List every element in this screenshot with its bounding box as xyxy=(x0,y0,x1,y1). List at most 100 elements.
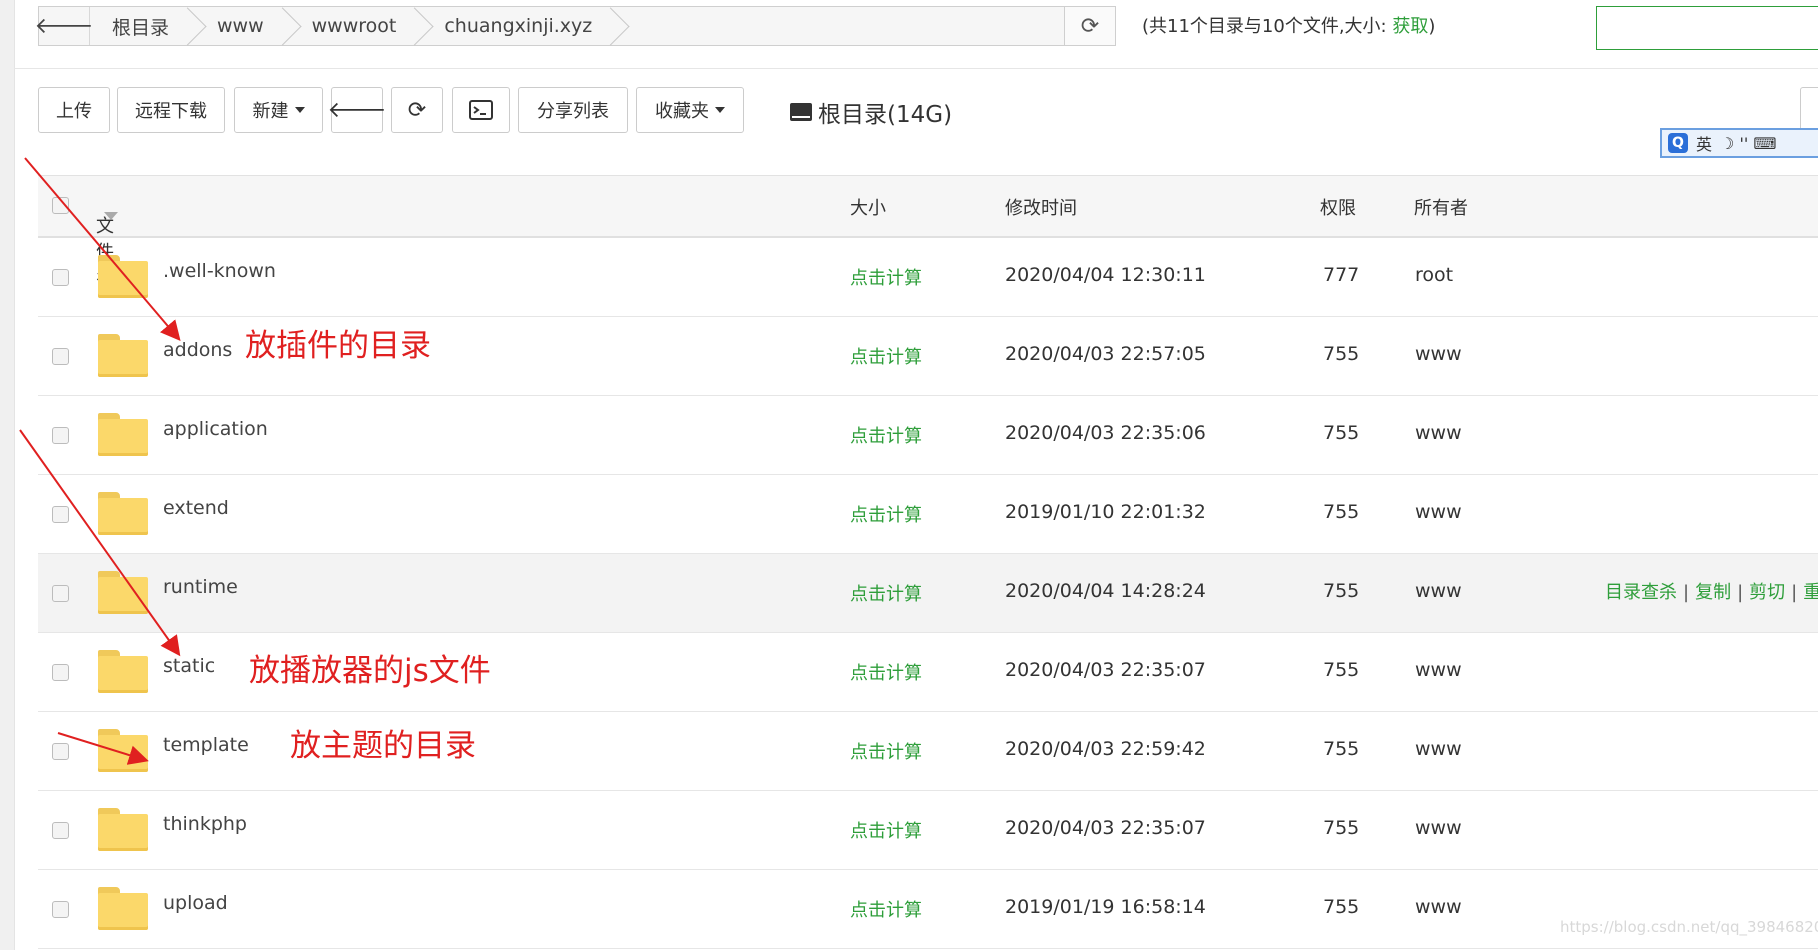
refresh-icon: ⟳ xyxy=(407,97,427,123)
breadcrumb-path-area[interactable] xyxy=(618,7,1064,45)
permission[interactable]: 777 xyxy=(1323,264,1359,286)
action-separator: | xyxy=(1791,582,1798,603)
search-input[interactable] xyxy=(1596,6,1818,50)
file-table: 文件名 大小 修改时间 权限 所有者 .well-known 点击计算 2020/0… xyxy=(38,175,1818,949)
table-row[interactable]: runtime 点击计算 2020/04/04 14:28:24 755 www 目录查杀… xyxy=(38,554,1818,633)
annotation-template: 放主题的目录 xyxy=(290,728,476,764)
refresh-button[interactable]: ⟳ xyxy=(391,87,443,133)
share-list-button[interactable]: 分享列表 xyxy=(518,87,628,133)
calc-size-link[interactable]: 点击计算 xyxy=(850,264,922,290)
permission[interactable]: 755 xyxy=(1323,896,1359,918)
ime-logo-icon: Q xyxy=(1668,133,1688,153)
file-name[interactable]: extend xyxy=(163,497,229,519)
owner[interactable]: root xyxy=(1415,264,1453,286)
calc-size-link[interactable]: 点击计算 xyxy=(850,343,922,369)
row-action-link[interactable]: 目录查杀 xyxy=(1605,582,1677,603)
permission[interactable]: 755 xyxy=(1323,422,1359,444)
calc-size-link[interactable]: 点击计算 xyxy=(850,422,922,448)
get-size-link[interactable]: 获取 xyxy=(1392,16,1428,37)
owner[interactable]: www xyxy=(1415,501,1462,523)
new-dropdown-button[interactable]: 新建 xyxy=(234,87,323,133)
back-button[interactable]: 🡐 xyxy=(328,87,387,133)
row-action-link[interactable]: 重 xyxy=(1803,582,1818,603)
owner[interactable]: www xyxy=(1415,817,1462,839)
owner[interactable]: www xyxy=(1415,738,1462,760)
folder-icon xyxy=(98,808,148,851)
file-name[interactable]: template xyxy=(163,734,249,756)
ime-mode[interactable]: 英 xyxy=(1696,131,1712,155)
permission[interactable]: 755 xyxy=(1323,659,1359,681)
disk-label: 根目录(14G) xyxy=(790,95,952,129)
ime-toolbar[interactable]: Q 英 ☽ '' ⌨ xyxy=(1660,128,1818,158)
table-row[interactable]: application 点击计算 2020/04/03 22:35:06 755 www xyxy=(38,396,1818,475)
refresh-icon[interactable]: ⟳ xyxy=(1064,7,1115,45)
directory-summary: (共11个目录与10个文件,大小: 获取) xyxy=(1142,12,1435,38)
breadcrumb-item-wwwroot[interactable]: wwwroot xyxy=(290,7,423,45)
permission[interactable]: 755 xyxy=(1323,738,1359,760)
folder-icon xyxy=(98,729,148,772)
breadcrumb-item-www[interactable]: www xyxy=(195,7,290,45)
file-name[interactable]: static xyxy=(163,655,215,677)
table-row[interactable]: extend 点击计算 2019/01/10 22:01:32 755 www xyxy=(38,475,1818,554)
calc-size-link[interactable]: 点击计算 xyxy=(850,817,922,843)
column-perm: 权限 xyxy=(1320,198,1356,219)
file-name[interactable]: thinkphp xyxy=(163,813,247,835)
ime-glyphs[interactable]: ☽ '' ⌨ xyxy=(1720,134,1776,153)
upload-button[interactable]: 上传 xyxy=(38,87,110,133)
file-name[interactable]: runtime xyxy=(163,576,238,598)
row-checkbox[interactable] xyxy=(52,269,69,286)
terminal-icon xyxy=(469,100,493,120)
permission[interactable]: 755 xyxy=(1323,501,1359,523)
column-mtime: 修改时间 xyxy=(1005,198,1077,219)
new-label: 新建 xyxy=(252,101,289,122)
permission[interactable]: 755 xyxy=(1323,343,1359,365)
file-name[interactable]: .well-known xyxy=(163,260,276,282)
favorites-dropdown-button[interactable]: 收藏夹 xyxy=(636,87,744,133)
calc-size-link[interactable]: 点击计算 xyxy=(850,896,922,922)
owner[interactable]: www xyxy=(1415,659,1462,681)
action-separator: | xyxy=(1737,582,1744,603)
favorites-label: 收藏夹 xyxy=(655,101,709,122)
remote-download-button[interactable]: 远程下载 xyxy=(117,87,225,133)
row-checkbox[interactable] xyxy=(52,427,69,444)
table-row[interactable]: thinkphp 点击计算 2020/04/03 22:35:07 755 www xyxy=(38,791,1818,870)
share-list-label: 分享列表 xyxy=(537,101,609,122)
owner[interactable]: www xyxy=(1415,422,1462,444)
column-size: 大小 xyxy=(850,198,886,219)
breadcrumb-item-site[interactable]: chuangxinji.xyz xyxy=(422,7,618,45)
disk-label-text: 根目录(14G) xyxy=(818,102,953,128)
table-row[interactable]: upload 点击计算 2019/01/19 16:58:14 755 www xyxy=(38,870,1818,949)
row-checkbox[interactable] xyxy=(52,743,69,760)
table-row[interactable]: .well-known 点击计算 2020/04/04 12:30:11 777 roo… xyxy=(38,238,1818,317)
summary-text: (共11个目录与10个文件,大小: xyxy=(1142,16,1393,37)
owner[interactable]: www xyxy=(1415,896,1462,918)
permission[interactable]: 755 xyxy=(1323,580,1359,602)
row-checkbox[interactable] xyxy=(52,901,69,918)
folder-icon xyxy=(98,887,148,930)
calc-size-link[interactable]: 点击计算 xyxy=(850,659,922,685)
row-action-link[interactable]: 复制 xyxy=(1695,582,1731,603)
row-checkbox[interactable] xyxy=(52,585,69,602)
calc-size-link[interactable]: 点击计算 xyxy=(850,738,922,764)
watermark: https://blog.csdn.net/qq_39846820 xyxy=(1560,918,1818,936)
toolbar-right-button[interactable] xyxy=(1800,87,1818,133)
owner[interactable]: www xyxy=(1415,343,1462,365)
select-all-checkbox[interactable] xyxy=(52,197,69,214)
row-action-link[interactable]: 剪切 xyxy=(1749,582,1785,603)
owner[interactable]: www xyxy=(1415,580,1462,602)
calc-size-link[interactable]: 点击计算 xyxy=(850,501,922,527)
row-checkbox[interactable] xyxy=(52,506,69,523)
row-checkbox[interactable] xyxy=(52,348,69,365)
file-name[interactable]: upload xyxy=(163,892,228,914)
file-name[interactable]: addons xyxy=(163,339,232,361)
caret-down-icon xyxy=(294,107,305,113)
summary-close: ) xyxy=(1428,16,1436,37)
calc-size-link[interactable]: 点击计算 xyxy=(850,580,922,606)
back-arrow-icon[interactable]: 🡐 xyxy=(35,7,94,45)
terminal-button[interactable] xyxy=(452,87,510,133)
breadcrumb-item-root[interactable]: 根目录 xyxy=(90,7,195,45)
file-name[interactable]: application xyxy=(163,418,268,440)
permission[interactable]: 755 xyxy=(1323,817,1359,839)
row-checkbox[interactable] xyxy=(52,664,69,681)
row-checkbox[interactable] xyxy=(52,822,69,839)
